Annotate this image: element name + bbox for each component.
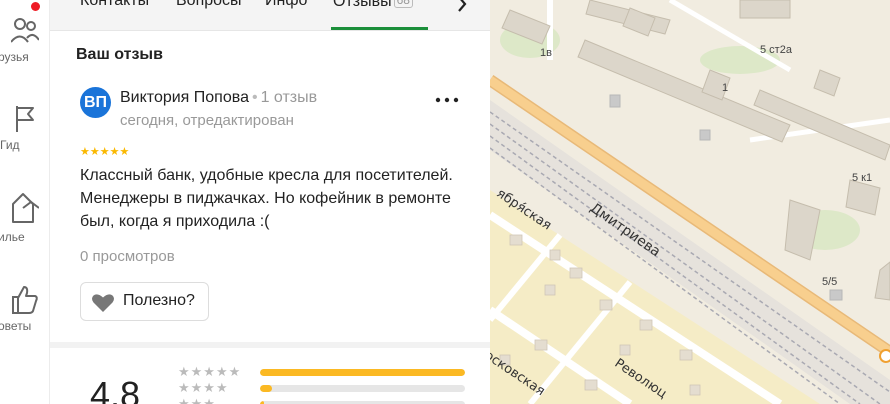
rating-distribution-row: ★★★ (178, 396, 478, 404)
views-count: 0 просмотров (80, 248, 175, 265)
section-title: Ваш отзыв (76, 46, 163, 63)
tab-contacts[interactable]: Контакты (80, 0, 149, 10)
building-label: 5 ст2а (760, 44, 792, 56)
distribution-stars: ★★★★★ (178, 364, 242, 379)
average-rating: 4,8 (90, 374, 141, 404)
tab-questions[interactable]: Вопросы (176, 0, 242, 10)
review-meta: сегодня, отредактирован (120, 112, 294, 129)
distribution-bar (260, 369, 465, 376)
section-divider (50, 342, 490, 348)
nav-label: Гид (0, 138, 20, 152)
distribution-stars: ★★★ (178, 396, 216, 404)
distribution-stars: ★★★★ (178, 380, 229, 395)
tab-bar: Контакты Вопросы Инфо Отзывы 68 (50, 0, 490, 31)
heart-icon (92, 294, 114, 312)
building-label: 1в (540, 47, 552, 59)
organization-panel: Контакты Вопросы Инфо Отзывы 68 Ваш отзыв… (50, 0, 490, 404)
nav-item-tips[interactable]: оветы (0, 283, 50, 333)
map-graphics (490, 0, 890, 404)
nav-item-guide[interactable]: Гид (0, 104, 50, 152)
distribution-bar (260, 385, 465, 392)
building-label: 5 к1 (852, 172, 873, 184)
distribution-fill (260, 385, 273, 392)
review-stars: ★★★★★ (80, 146, 130, 158)
nav-label: рузья (0, 50, 29, 64)
nav-label: оветы (0, 319, 32, 333)
nav-label: илье (0, 230, 25, 244)
tab-info[interactable]: Инфо (265, 0, 307, 10)
author-reviews-count: 1 отзыв (260, 89, 318, 106)
building-label: 1 (722, 82, 729, 94)
tab-reviews[interactable]: Отзывы 68 (333, 0, 413, 11)
nav-item-friends[interactable]: рузья (0, 12, 50, 64)
tabs-next-button[interactable] (456, 0, 468, 17)
helpful-label: Полезно? (123, 292, 195, 309)
housing-icon (12, 193, 39, 223)
building-label: 5/5 (822, 276, 838, 288)
review-author: Виктория Попова • 1 отзыв (120, 89, 318, 106)
rating-distribution-row: ★★★★ (178, 380, 478, 395)
thumbs-up-icon (12, 286, 38, 314)
rating-distribution-row: ★★★★★ (178, 364, 478, 379)
notification-dot (31, 2, 40, 11)
more-options-button[interactable] (432, 92, 462, 112)
distribution-fill (260, 369, 465, 376)
nav-item-housing[interactable]: илье (0, 190, 50, 244)
chevron-right-icon (458, 0, 467, 12)
review-text: Классный банк, удобные кресла для посети… (80, 167, 453, 230)
active-tab-indicator (331, 27, 428, 30)
friends-icon (11, 18, 39, 43)
tab-reviews-count: 68 (393, 0, 413, 8)
author-name[interactable]: Виктория Попова (120, 89, 249, 106)
helpful-button[interactable]: Полезно? (80, 282, 209, 321)
avatar[interactable]: ВП (80, 87, 111, 118)
left-navigation: рузья Гид илье оветы (0, 0, 50, 404)
map-canvas[interactable]: Дмитриева ября́ская Революц осковская 1в… (490, 0, 890, 404)
flag-icon (16, 106, 34, 132)
more-dots-icon (435, 97, 459, 103)
